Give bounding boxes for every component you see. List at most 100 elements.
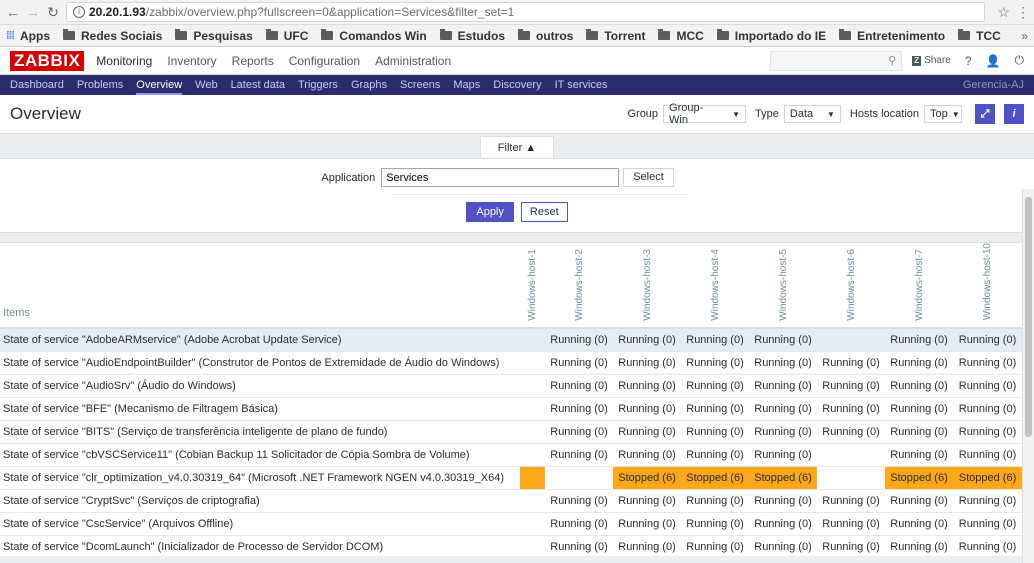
- value-cell[interactable]: Running (0): [885, 489, 953, 513]
- value-cell[interactable]: Running (0): [613, 512, 681, 536]
- value-cell[interactable]: Running (0): [749, 489, 817, 513]
- value-cell[interactable]: Running (0): [749, 512, 817, 536]
- value-cell[interactable]: Running (0): [545, 443, 613, 467]
- value-cell[interactable]: Running (0): [885, 535, 953, 556]
- value-cell[interactable]: Running (0): [681, 351, 749, 375]
- value-cell[interactable]: Running (0): [817, 374, 885, 398]
- bookmark-star-icon[interactable]: ☆: [997, 4, 1010, 21]
- search-input[interactable]: ⚲: [770, 50, 903, 71]
- more-bookmarks-icon[interactable]: »: [1021, 29, 1028, 43]
- value-cell[interactable]: Running (0): [681, 374, 749, 398]
- address-bar[interactable]: i 20.20.1.93/zabbix/overview.php?fullscr…: [66, 2, 986, 22]
- value-cell[interactable]: Running (0): [817, 512, 885, 536]
- value-cell[interactable]: Running (0): [953, 512, 1022, 536]
- value-cell[interactable]: Running (0): [749, 351, 817, 375]
- menu-configuration[interactable]: Configuration: [289, 54, 360, 68]
- value-cell[interactable]: Running (0): [749, 443, 817, 467]
- submenu-maps[interactable]: Maps: [453, 79, 480, 91]
- menu-reports[interactable]: Reports: [232, 54, 274, 68]
- application-input[interactable]: [381, 168, 620, 187]
- value-cell[interactable]: Running (0): [681, 443, 749, 467]
- bookmark-folder[interactable]: outros: [518, 29, 573, 43]
- value-cell[interactable]: Running (0): [749, 535, 817, 556]
- submenu-web[interactable]: Web: [195, 79, 217, 91]
- reset-button[interactable]: Reset: [520, 202, 568, 222]
- bookmark-folder[interactable]: Estudos: [439, 29, 505, 43]
- user-profile-icon[interactable]: 👤: [986, 54, 1001, 68]
- share-link[interactable]: Z Share: [912, 55, 951, 66]
- select-button[interactable]: Select: [623, 168, 674, 187]
- info-icon[interactable]: i: [73, 6, 85, 18]
- value-cell[interactable]: [520, 351, 545, 375]
- apply-button[interactable]: Apply: [466, 202, 514, 222]
- forward-icon[interactable]: →: [26, 5, 40, 19]
- value-cell[interactable]: Stopped (6): [885, 466, 953, 490]
- value-cell[interactable]: Running (0): [817, 535, 885, 556]
- value-cell[interactable]: Running (0): [885, 374, 953, 398]
- filter-tab[interactable]: Filter ▲: [480, 136, 554, 158]
- value-cell[interactable]: [520, 512, 545, 536]
- submenu-screens[interactable]: Screens: [400, 79, 440, 91]
- browser-menu-icon[interactable]: ⋮: [1016, 4, 1030, 21]
- page-scrollbar[interactable]: [1022, 189, 1034, 563]
- menu-monitoring[interactable]: Monitoring: [96, 54, 152, 68]
- value-cell[interactable]: Running (0): [817, 420, 885, 444]
- value-cell[interactable]: [545, 466, 613, 490]
- fullscreen-button[interactable]: ⤢: [975, 104, 995, 124]
- value-cell[interactable]: Stopped (6): [953, 466, 1022, 490]
- problem-cell[interactable]: [520, 466, 545, 490]
- value-cell[interactable]: Running (0): [545, 420, 613, 444]
- scrollbar-thumb[interactable]: [1025, 197, 1032, 437]
- submenu-overview[interactable]: Overview: [136, 79, 183, 95]
- value-cell[interactable]: Running (0): [613, 397, 681, 421]
- value-cell[interactable]: [520, 489, 545, 513]
- info-button[interactable]: i: [1004, 104, 1024, 124]
- value-cell[interactable]: Running (0): [613, 351, 681, 375]
- host-column-header[interactable]: Windows-host-7: [885, 243, 953, 330]
- value-cell[interactable]: Running (0): [817, 397, 885, 421]
- host-column-header[interactable]: Windows-host-3: [613, 243, 681, 330]
- value-cell[interactable]: Running (0): [681, 397, 749, 421]
- value-cell[interactable]: Running (0): [885, 420, 953, 444]
- reload-icon[interactable]: ↻: [46, 5, 60, 19]
- submenu-dashboard[interactable]: Dashboard: [10, 79, 64, 91]
- value-cell[interactable]: Stopped (6): [681, 466, 749, 490]
- value-cell[interactable]: Running (0): [749, 374, 817, 398]
- value-cell[interactable]: Running (0): [545, 512, 613, 536]
- value-cell[interactable]: Running (0): [885, 351, 953, 375]
- value-cell[interactable]: [817, 466, 885, 490]
- value-cell[interactable]: Running (0): [817, 351, 885, 375]
- value-cell[interactable]: Running (0): [613, 328, 681, 352]
- submenu-graphs[interactable]: Graphs: [351, 79, 387, 91]
- value-cell[interactable]: [520, 328, 545, 352]
- host-column-header[interactable]: Windows-host-1: [520, 243, 545, 330]
- value-cell[interactable]: Running (0): [613, 535, 681, 556]
- hosts-location-select[interactable]: Top ▼: [924, 105, 962, 123]
- submenu-problems[interactable]: Problems: [77, 79, 123, 91]
- value-cell[interactable]: Running (0): [545, 489, 613, 513]
- value-cell[interactable]: Running (0): [817, 489, 885, 513]
- value-cell[interactable]: Running (0): [681, 420, 749, 444]
- value-cell[interactable]: [817, 328, 885, 352]
- submenu-triggers[interactable]: Triggers: [298, 79, 338, 91]
- value-cell[interactable]: Running (0): [953, 351, 1022, 375]
- host-column-header[interactable]: Windows-host-10: [953, 243, 1022, 330]
- submenu-it-services[interactable]: IT services: [555, 79, 608, 91]
- host-column-header[interactable]: Windows-host-4: [681, 243, 749, 330]
- logout-icon[interactable]: ⏻: [1015, 53, 1025, 68]
- value-cell[interactable]: Running (0): [953, 397, 1022, 421]
- value-cell[interactable]: Running (0): [885, 443, 953, 467]
- value-cell[interactable]: [520, 420, 545, 444]
- value-cell[interactable]: Running (0): [953, 420, 1022, 444]
- bookmark-folder[interactable]: Comandos Win: [321, 29, 427, 43]
- submenu-latest-data[interactable]: Latest data: [231, 79, 285, 91]
- value-cell[interactable]: Running (0): [681, 535, 749, 556]
- value-cell[interactable]: [520, 443, 545, 467]
- value-cell[interactable]: Running (0): [545, 374, 613, 398]
- value-cell[interactable]: Stopped (6): [749, 466, 817, 490]
- value-cell[interactable]: Running (0): [749, 397, 817, 421]
- host-column-header[interactable]: Windows-host-6: [817, 243, 885, 330]
- value-cell[interactable]: Running (0): [613, 489, 681, 513]
- value-cell[interactable]: Running (0): [545, 351, 613, 375]
- bookmark-folder[interactable]: Torrent: [586, 29, 645, 43]
